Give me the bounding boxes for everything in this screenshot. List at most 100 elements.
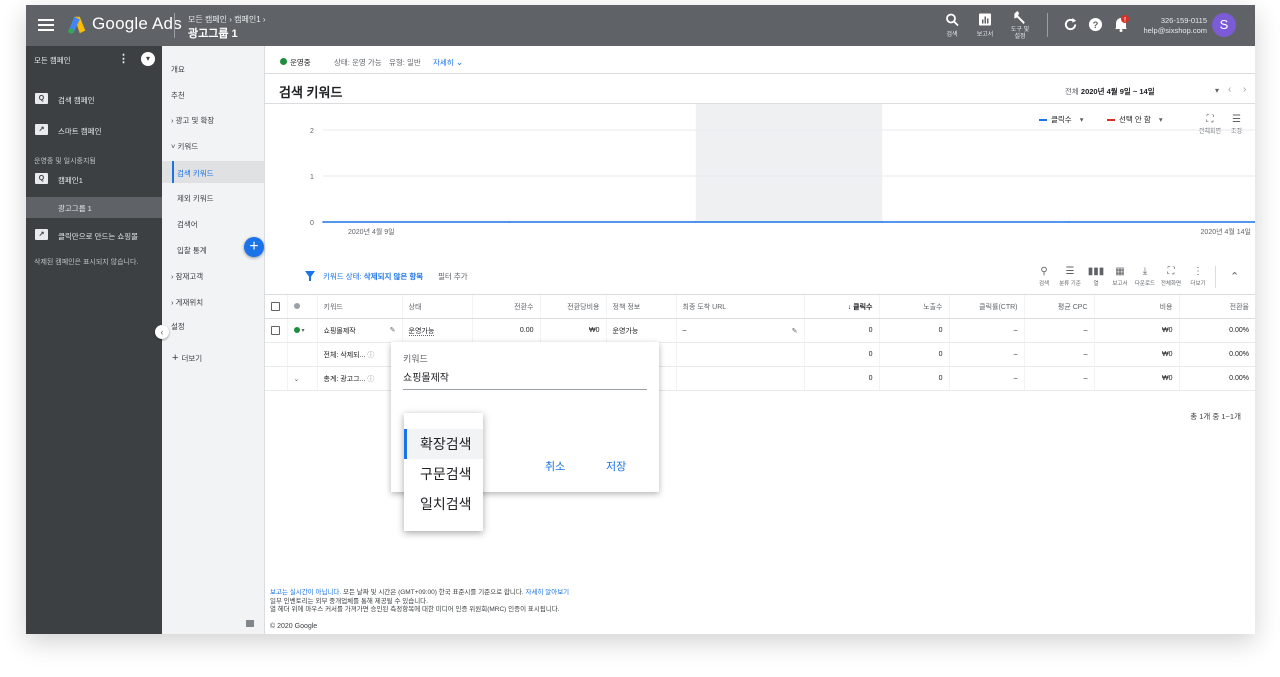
table-more-button[interactable]: ⋮ 더보기 [1187, 264, 1209, 287]
divider [174, 13, 175, 38]
keyword-input[interactable]: 쇼핑몰제작 [403, 369, 449, 384]
x-tick-label: 2020년 4월 14일 [1201, 227, 1251, 236]
chevron-left-icon[interactable]: ‹ [1228, 84, 1231, 95]
match-option-phrase[interactable]: 구문검색 [404, 459, 483, 489]
active-filter[interactable]: 키워드 상태: 삭제되지 않은 항목 [323, 271, 423, 282]
total-cpc: – [1023, 366, 1094, 391]
reports-icon: ▦ [1115, 266, 1125, 277]
col-conv-rate[interactable]: 전환율 [1178, 294, 1255, 319]
total-label-cell: 총계: 광고그... ⓘ [316, 366, 402, 391]
date-range-picker[interactable]: 전체 2020년 4월 9일 ~ 14일 [1065, 86, 1155, 97]
more-vert-icon[interactable]: ⋮ [118, 52, 129, 65]
nav-keywords[interactable]: ˅ 키워드 [162, 134, 264, 156]
segment-icon: ☰ [1065, 266, 1075, 277]
table-fullscreen-button[interactable]: ⛶ 전체화면 [1160, 264, 1182, 287]
match-option-broad[interactable]: 확장검색 [404, 429, 483, 459]
divider [1215, 266, 1216, 288]
help-icon[interactable]: ⓘ [367, 352, 374, 359]
columns-button[interactable]: ▮▮▮ 열 [1085, 264, 1107, 287]
nav-audiences[interactable]: › 잠재고객 [162, 264, 264, 286]
collapse-nav-button[interactable]: ‹ [155, 325, 169, 339]
col-conversions[interactable]: 전환수 [471, 294, 540, 319]
add-keyword-button[interactable]: + [244, 237, 264, 257]
footer-notes: 보고는 실시간이 아닙니다. 모든 날짜 및 시간은 (GMT+09:00) 한… [270, 589, 569, 615]
nav-placements[interactable]: › 게재위치 [162, 290, 264, 312]
edit-pencil-icon[interactable]: ✎ [390, 326, 396, 334]
nav-search-terms[interactable]: 검색어 [162, 212, 264, 234]
all-campaigns-label: 모든 캠페인 [34, 56, 71, 65]
help-icon[interactable]: ⓘ [367, 376, 374, 383]
match-option-exact[interactable]: 일치검색 [404, 489, 483, 519]
cancel-button[interactable]: 취소 [545, 458, 565, 474]
details-link[interactable]: 자세히 ⌄ [433, 57, 463, 68]
reports-tool[interactable]: 보고서 [967, 12, 1003, 38]
col-ctr[interactable]: 클릭률(CTR) [948, 294, 1024, 319]
page-context-title[interactable]: 광고그룹 1 [188, 25, 238, 41]
expand-cell[interactable]: ⌄ [286, 366, 317, 391]
edit-pencil-icon[interactable]: ✎ [792, 327, 798, 335]
nav-adgroup-1[interactable]: 광고그룹 1 [26, 197, 162, 218]
realtime-note-link[interactable]: 보고는 실시간이 아닙니다. [270, 589, 341, 596]
nav-overview[interactable]: 개요 [162, 57, 264, 79]
table-row[interactable]: ▾ 쇼핑몰제작 ✎ 운영가능 0.00 ₩0 운영가능 – ✎ 0 0 – – ₩0… [265, 318, 1255, 343]
chevron-down-icon[interactable]: ▾ [141, 52, 155, 66]
table-search-button[interactable]: ⚲ 검색 [1033, 264, 1055, 287]
table-reports-button[interactable]: ▦ 보고서 [1109, 264, 1131, 287]
nav-search-campaign[interactable]: Q 검색 캠페인 [26, 87, 162, 111]
nav-ads-extensions[interactable]: › 광고 및 확장 [162, 108, 264, 130]
search-tool-label: 검색 [946, 32, 958, 38]
keyword-cell[interactable]: 쇼핑몰제작 ✎ [316, 318, 402, 343]
select-all-cell[interactable] [265, 294, 287, 319]
nav-negative-keywords[interactable]: 제외 키워드 [162, 186, 264, 208]
nav-campaign-1[interactable]: Q 캠페인1 [26, 167, 162, 191]
col-clicks-label: 클릭수 [853, 303, 873, 311]
download-button[interactable]: ⤓ 다운로드 [1134, 264, 1156, 287]
row-status-cell[interactable]: ▾ [286, 318, 317, 343]
search-tool[interactable]: 검색 [934, 12, 970, 38]
chevron-right-icon[interactable]: › [1243, 84, 1246, 95]
nav-label: 제외 키워드 [177, 194, 214, 203]
nav-recommendations[interactable]: 추천 [162, 83, 264, 105]
account-info[interactable]: 326-159-0115 help@sixshop.com [1120, 16, 1207, 36]
add-filter-button[interactable]: 필터 추가 [438, 271, 468, 282]
col-cost[interactable]: 비용 [1093, 294, 1179, 319]
total-clicks: 0 [803, 342, 879, 367]
col-policy[interactable]: 정책 정보 [605, 294, 676, 319]
col-clicks[interactable]: ↓ 클릭수 [803, 294, 879, 319]
col-final-url[interactable]: 최종 도착 URL [675, 294, 804, 319]
breadcrumb[interactable]: 모든 캠페인 › 캠페인1 › [188, 14, 266, 25]
final-url-cell[interactable]: – ✎ [675, 318, 804, 343]
col-status[interactable]: 상태 [401, 294, 472, 319]
col-impressions[interactable]: 노출수 [878, 294, 949, 319]
date-range: 2020년 4월 9일 ~ 14일 [1080, 87, 1155, 96]
tools-settings[interactable]: 도구 및 설정 [1002, 10, 1038, 41]
chevron-down-icon[interactable]: ⌄ [294, 376, 300, 383]
collapse-chart-icon[interactable]: ⌃ [1230, 270, 1239, 283]
total-ctr: – [948, 342, 1024, 367]
tool-label: 검색 [1038, 281, 1050, 287]
save-button[interactable]: 저장 [606, 458, 626, 474]
nav-search-keywords[interactable]: 검색 키워드 [162, 161, 264, 183]
col-avg-cpc[interactable]: 평균 CPC [1023, 294, 1094, 319]
select-all-checkbox[interactable] [271, 302, 280, 311]
nav-shopping-campaign[interactable]: ↗ 클릭만으로 만드는 쇼핑몰 [26, 223, 162, 247]
avatar[interactable]: S [1212, 13, 1236, 37]
total-conv-rate: 0.00% [1178, 366, 1255, 391]
all-campaigns-row[interactable]: 모든 캠페인 ⋮ ▾ [26, 46, 162, 72]
col-cost-per-conv[interactable]: 전환당비용 [539, 294, 606, 319]
refresh-icon[interactable] [1063, 17, 1078, 32]
feedback-icon[interactable] [246, 620, 254, 627]
col-keyword[interactable]: 키워드 [316, 294, 402, 319]
row-select-cell[interactable] [265, 318, 287, 343]
nav-smart-campaign[interactable]: ↗ 스마트 캠페인 [26, 118, 162, 142]
menu-icon[interactable] [38, 17, 54, 33]
dropdown-arrow-icon[interactable]: ▾ [1215, 86, 1219, 95]
row-checkbox[interactable] [271, 326, 280, 335]
segment-button[interactable]: ☰ 분류 기준 [1059, 264, 1081, 287]
filter-icon[interactable] [305, 271, 315, 281]
help-icon[interactable]: ? [1088, 17, 1103, 32]
brand-name[interactable]: Google Ads [92, 14, 182, 34]
more-button[interactable]: + 더보기 [172, 352, 202, 364]
learn-more-link[interactable]: 자세히 알아보기 [525, 589, 569, 596]
nav-settings[interactable]: 설정 [162, 314, 264, 336]
